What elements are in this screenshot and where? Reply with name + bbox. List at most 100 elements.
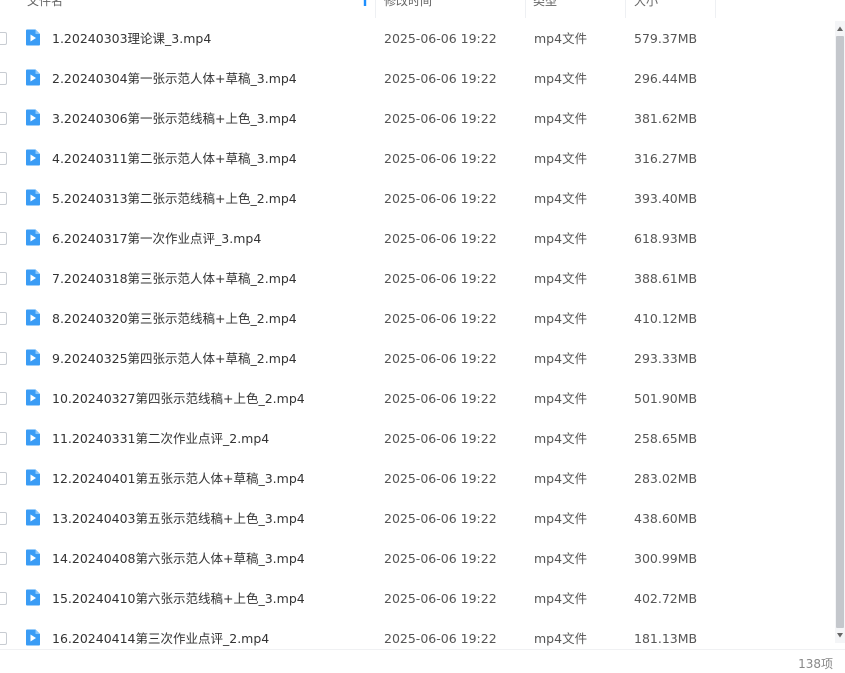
file-type: mp4文件 <box>534 311 588 326</box>
file-row[interactable]: 12.20240401第五张示范人体+草稿_3.mp4 2025-06-06 1… <box>0 459 833 499</box>
row-checkbox[interactable] <box>0 152 7 165</box>
row-checkbox[interactable] <box>0 72 7 85</box>
file-type: mp4文件 <box>534 71 588 86</box>
file-type: mp4文件 <box>534 351 588 366</box>
video-file-icon <box>26 149 40 166</box>
file-modified-date: 2025-06-06 19:22 <box>384 31 497 46</box>
row-checkbox[interactable] <box>0 632 7 645</box>
file-modified-date: 2025-06-06 19:22 <box>384 231 497 246</box>
file-row[interactable]: 16.20240414第三次作业点评_2.mp4 2025-06-06 19:2… <box>0 619 833 649</box>
file-modified-date: 2025-06-06 19:22 <box>384 391 497 406</box>
file-row[interactable]: 6.20240317第一次作业点评_3.mp4 2025-06-06 19:22… <box>0 219 833 259</box>
row-checkbox[interactable] <box>0 232 7 245</box>
file-name: 12.20240401第五张示范人体+草稿_3.mp4 <box>52 471 305 486</box>
file-row[interactable]: 3.20240306第一张示范线稿+上色_3.mp4 2025-06-06 19… <box>0 99 833 139</box>
file-row[interactable]: 5.20240313第二张示范线稿+上色_2.mp4 2025-06-06 19… <box>0 179 833 219</box>
row-checkbox[interactable] <box>0 192 7 205</box>
row-checkbox[interactable] <box>0 512 7 525</box>
row-checkbox[interactable] <box>0 352 7 365</box>
file-row[interactable]: 4.20240311第二张示范人体+草稿_3.mp4 2025-06-06 19… <box>0 139 833 179</box>
file-modified-date: 2025-06-06 19:22 <box>384 551 497 566</box>
file-name: 8.20240320第三张示范线稿+上色_2.mp4 <box>52 311 297 326</box>
file-type: mp4文件 <box>534 631 588 646</box>
file-type: mp4文件 <box>534 151 588 166</box>
file-modified-date: 2025-06-06 19:22 <box>384 111 497 126</box>
column-header-date[interactable]: 修改时间 <box>376 0 526 18</box>
row-checkbox[interactable] <box>0 432 7 445</box>
file-type: mp4文件 <box>534 391 588 406</box>
row-checkbox[interactable] <box>0 392 7 405</box>
file-modified-date: 2025-06-06 19:22 <box>384 351 497 366</box>
file-type: mp4文件 <box>534 111 588 126</box>
file-size: 393.40MB <box>634 191 698 206</box>
video-file-icon <box>26 429 40 446</box>
file-modified-date: 2025-06-06 19:22 <box>384 591 497 606</box>
file-row[interactable]: 10.20240327第四张示范线稿+上色_2.mp4 2025-06-06 1… <box>0 379 833 419</box>
column-header-size[interactable]: 大小 <box>626 0 716 18</box>
row-checkbox[interactable] <box>0 32 7 45</box>
row-checkbox[interactable] <box>0 472 7 485</box>
file-size: 283.02MB <box>634 471 698 486</box>
file-name: 11.20240331第二次作业点评_2.mp4 <box>52 431 270 446</box>
file-row[interactable]: 9.20240325第四张示范人体+草稿_2.mp4 2025-06-06 19… <box>0 339 833 379</box>
file-row[interactable]: 14.20240408第六张示范人体+草稿_3.mp4 2025-06-06 1… <box>0 539 833 579</box>
file-modified-date: 2025-06-06 19:22 <box>384 511 497 526</box>
file-type: mp4文件 <box>534 231 588 246</box>
video-file-icon <box>26 509 40 526</box>
file-type: mp4文件 <box>534 511 588 526</box>
video-file-icon <box>26 469 40 486</box>
video-file-icon <box>26 629 40 646</box>
column-header-type[interactable]: 类型 <box>526 0 626 18</box>
file-name: 4.20240311第二张示范人体+草稿_3.mp4 <box>52 151 297 166</box>
file-modified-date: 2025-06-06 19:22 <box>384 631 497 646</box>
item-count: 138项 <box>798 657 833 671</box>
file-modified-date: 2025-06-06 19:22 <box>384 71 497 86</box>
file-size: 316.27MB <box>634 151 698 166</box>
row-checkbox[interactable] <box>0 312 7 325</box>
video-file-icon <box>26 549 40 566</box>
file-name: 13.20240403第五张示范线稿+上色_3.mp4 <box>52 511 305 526</box>
scrollbar-thumb[interactable] <box>836 36 844 628</box>
video-file-icon <box>26 29 40 46</box>
file-row[interactable]: 8.20240320第三张示范线稿+上色_2.mp4 2025-06-06 19… <box>0 299 833 339</box>
file-size: 388.61MB <box>634 271 698 286</box>
vertical-scrollbar[interactable] <box>835 21 845 643</box>
column-header-type-label: 类型 <box>533 0 558 8</box>
sort-ascending-icon[interactable] <box>361 0 369 6</box>
file-size: 381.62MB <box>634 111 698 126</box>
file-size: 258.65MB <box>634 431 698 446</box>
file-row[interactable]: 7.20240318第三张示范人体+草稿_2.mp4 2025-06-06 19… <box>0 259 833 299</box>
file-name: 14.20240408第六张示范人体+草稿_3.mp4 <box>52 551 305 566</box>
column-header-name[interactable]: 文件名 <box>0 0 376 18</box>
file-row[interactable]: 11.20240331第二次作业点评_2.mp4 2025-06-06 19:2… <box>0 419 833 459</box>
file-type: mp4文件 <box>534 31 588 46</box>
row-checkbox[interactable] <box>0 272 7 285</box>
file-name: 9.20240325第四张示范人体+草稿_2.mp4 <box>52 351 297 366</box>
scroll-down-arrow-icon[interactable] <box>836 631 844 639</box>
file-type: mp4文件 <box>534 271 588 286</box>
file-type: mp4文件 <box>534 431 588 446</box>
file-row[interactable]: 13.20240403第五张示范线稿+上色_3.mp4 2025-06-06 1… <box>0 499 833 539</box>
column-header-name-label: 文件名 <box>27 0 64 8</box>
status-bar: 138项 <box>0 649 845 673</box>
video-file-icon <box>26 589 40 606</box>
video-file-icon <box>26 389 40 406</box>
column-header: 文件名 修改时间 类型 大小 <box>0 0 845 18</box>
file-row[interactable]: 1.20240303理论课_3.mp4 2025-06-06 19:22 mp4… <box>0 19 833 59</box>
scroll-up-arrow-icon[interactable] <box>836 25 844 33</box>
row-checkbox[interactable] <box>0 592 7 605</box>
row-checkbox[interactable] <box>0 112 7 125</box>
file-list: 1.20240303理论课_3.mp4 2025-06-06 19:22 mp4… <box>0 19 833 649</box>
row-checkbox[interactable] <box>0 552 7 565</box>
file-row[interactable]: 15.20240410第六张示范线稿+上色_3.mp4 2025-06-06 1… <box>0 579 833 619</box>
file-type: mp4文件 <box>534 191 588 206</box>
file-type: mp4文件 <box>534 471 588 486</box>
file-row[interactable]: 2.20240304第一张示范人体+草稿_3.mp4 2025-06-06 19… <box>0 59 833 99</box>
column-header-size-label: 大小 <box>634 0 659 8</box>
file-size: 410.12MB <box>634 311 698 326</box>
file-size: 300.99MB <box>634 551 698 566</box>
video-file-icon <box>26 349 40 366</box>
file-size: 181.13MB <box>634 631 698 646</box>
video-file-icon <box>26 69 40 86</box>
file-name: 7.20240318第三张示范人体+草稿_2.mp4 <box>52 271 297 286</box>
